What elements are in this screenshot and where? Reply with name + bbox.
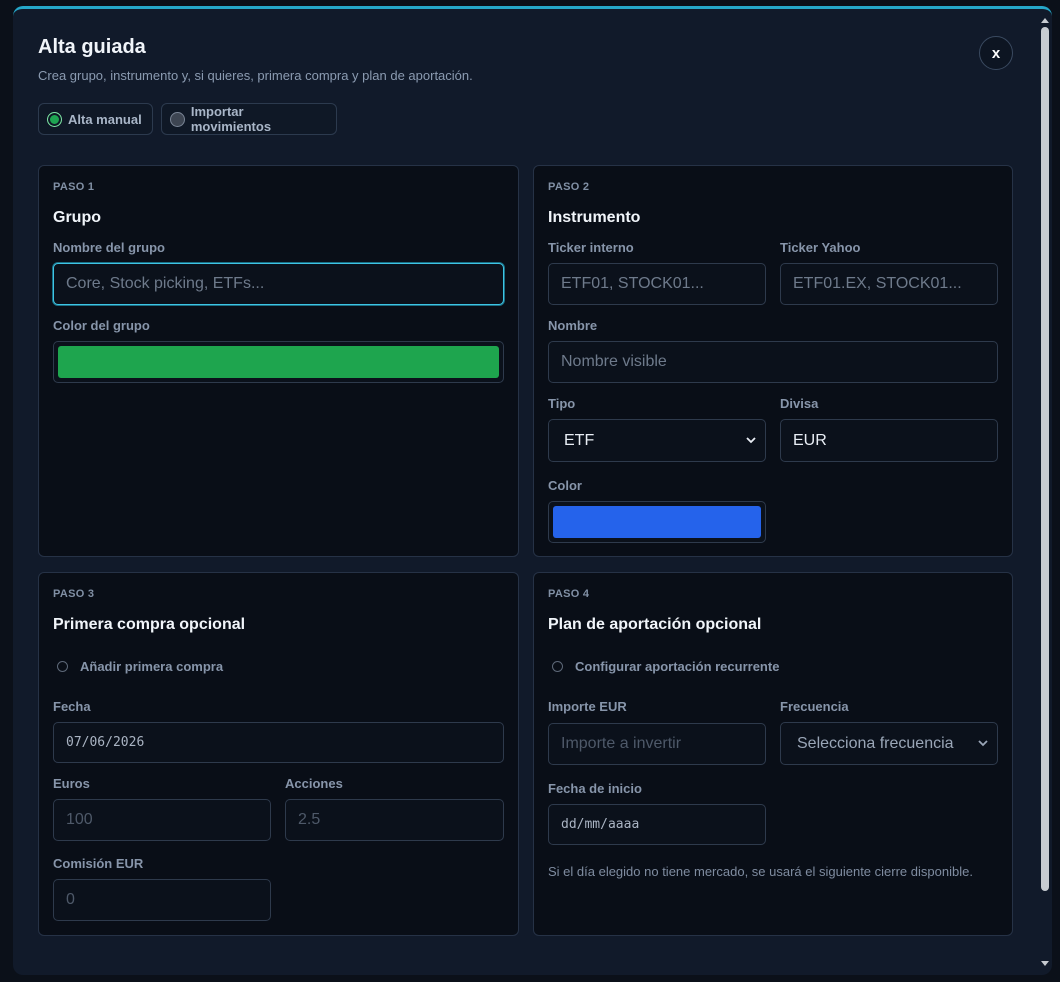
step4-title: Plan de aportación opcional: [548, 616, 762, 633]
name-label: Nombre: [548, 318, 598, 333]
chevron-down-icon: [978, 740, 988, 747]
date-input[interactable]: 07/06/2026: [53, 722, 504, 763]
step4-label: PASO 4: [548, 588, 590, 600]
euros-label: Euros: [53, 776, 90, 791]
type-select[interactable]: ETF: [548, 419, 766, 462]
group-color-label: Color del grupo: [53, 318, 150, 333]
instrument-color-swatch: [553, 506, 761, 538]
frequency-value: Selecciona frecuencia: [797, 734, 954, 752]
fee-input[interactable]: [53, 879, 271, 921]
mode-manual-label: Alta manual: [68, 111, 142, 127]
modal-subtitle: Crea grupo, instrumento y, si quieres, p…: [38, 68, 473, 83]
mode-manual-option[interactable]: Alta manual: [38, 103, 153, 135]
type-value: ETF: [564, 431, 595, 449]
add-purchase-label: Añadir primera compra: [80, 659, 224, 674]
scroll-down-arrow-icon[interactable]: [1040, 960, 1050, 968]
ticker-yahoo-input[interactable]: [780, 263, 998, 305]
scrollbar-thumb[interactable]: [1041, 27, 1049, 891]
group-name-input[interactable]: [53, 263, 504, 305]
shares-label: Acciones: [285, 776, 343, 791]
recurring-toggle[interactable]: Configurar aportación recurrente: [552, 659, 779, 674]
shares-input[interactable]: [285, 799, 504, 841]
step3-card: PASO 3 Primera compra opcional Añadir pr…: [38, 572, 519, 936]
step1-card: PASO 1 Grupo Nombre del grupo Color del …: [38, 165, 519, 557]
step2-title: Instrumento: [548, 209, 641, 226]
amount-input[interactable]: [548, 723, 766, 765]
ticker-yahoo-label: Ticker Yahoo: [780, 240, 861, 255]
mode-import-label: Importar movimientos: [190, 104, 272, 134]
step2-card: PASO 2 Instrumento Ticker interno Ticker…: [533, 165, 1013, 557]
group-color-swatch: [58, 346, 499, 378]
name-input[interactable]: [548, 341, 998, 383]
amount-label: Importe EUR: [548, 699, 627, 714]
instrument-color-picker[interactable]: [548, 501, 766, 543]
close-icon: x: [991, 44, 1001, 62]
type-label: Tipo: [548, 396, 576, 411]
fee-label: Comisión EUR: [53, 856, 144, 871]
chevron-down-icon: [746, 437, 756, 444]
group-name-label: Nombre del grupo: [53, 240, 165, 255]
step3-label: PASO 3: [53, 588, 95, 600]
step1-label: PASO 1: [53, 181, 95, 193]
step2-label: PASO 2: [548, 181, 590, 193]
market-note: Si el día elegido no tiene mercado, se u…: [548, 864, 973, 879]
step4-card: PASO 4 Plan de aportación opcional Confi…: [533, 572, 1013, 936]
step1-title: Grupo: [53, 209, 101, 226]
date-label: Fecha: [53, 699, 91, 714]
radio-selected-icon: [47, 111, 62, 127]
ticker-internal-label: Ticker interno: [548, 240, 634, 255]
start-date-label: Fecha de inicio: [548, 781, 642, 796]
frequency-select[interactable]: Selecciona frecuencia: [780, 722, 998, 765]
start-date-input[interactable]: dd/mm/aaaa: [548, 804, 766, 845]
currency-input[interactable]: EUR: [780, 419, 998, 462]
euros-input[interactable]: [53, 799, 271, 841]
add-purchase-toggle[interactable]: Añadir primera compra: [57, 659, 223, 674]
radio-unchecked-icon: [552, 661, 563, 672]
color-label: Color: [548, 478, 582, 493]
radio-unchecked-icon: [57, 661, 68, 672]
scroll-up-arrow-icon[interactable]: [1040, 16, 1050, 24]
frequency-label: Frecuencia: [780, 699, 849, 714]
ticker-internal-input[interactable]: [548, 263, 766, 305]
close-button[interactable]: x: [979, 36, 1013, 70]
recurring-label: Configurar aportación recurrente: [575, 659, 780, 674]
radio-unselected-icon: [170, 111, 185, 127]
guided-setup-modal: Alta guiada Crea grupo, instrumento y, s…: [13, 6, 1052, 975]
group-color-picker[interactable]: [53, 341, 504, 383]
step3-title: Primera compra opcional: [53, 616, 246, 633]
modal-title: Alta guiada: [38, 36, 146, 58]
mode-import-option[interactable]: Importar movimientos: [161, 103, 337, 135]
currency-label: Divisa: [780, 396, 819, 411]
